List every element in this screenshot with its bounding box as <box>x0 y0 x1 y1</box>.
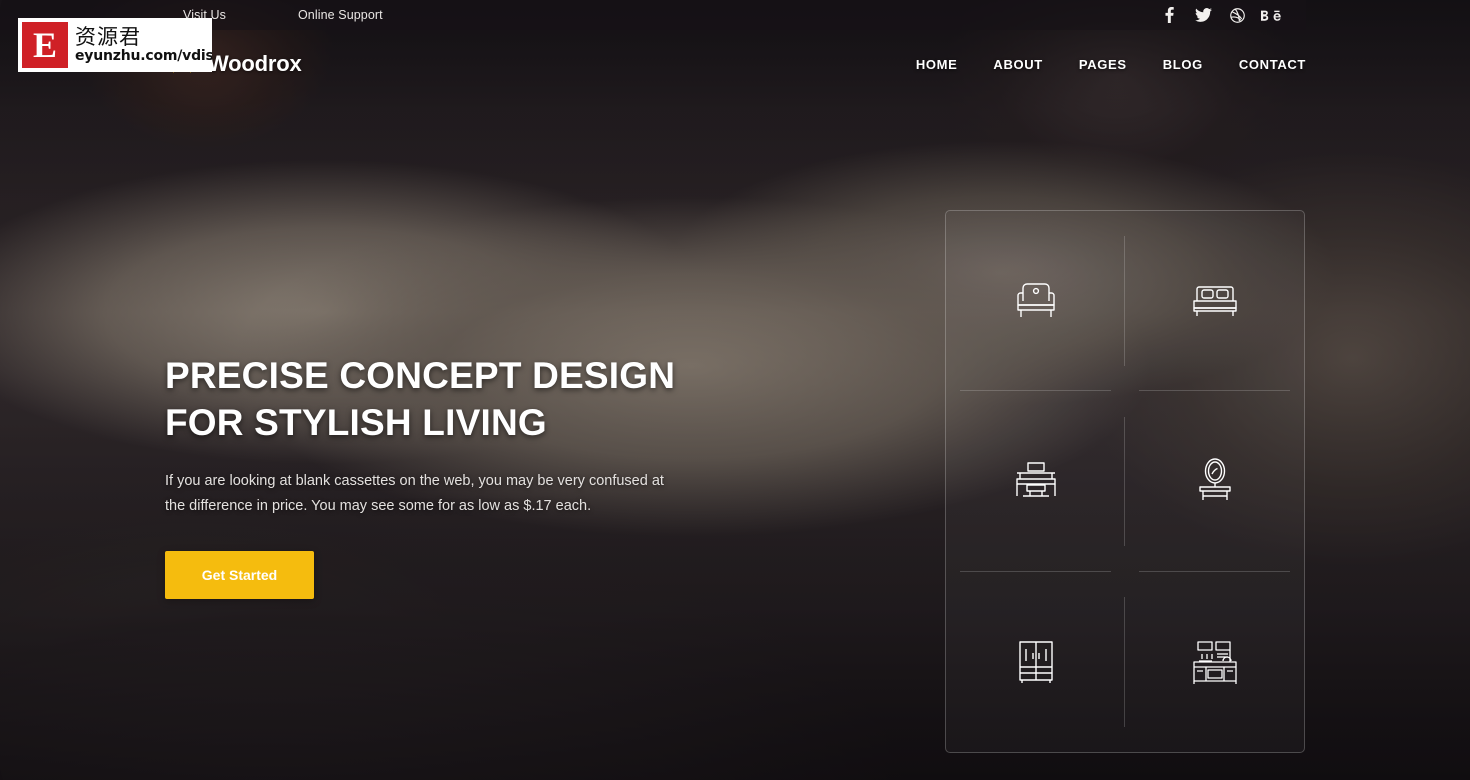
watermark-chinese-label: 资源君 <box>75 24 141 49</box>
category-armchair[interactable] <box>946 211 1125 392</box>
nav-item-blog[interactable]: BLOG <box>1145 57 1221 72</box>
watermark-text: 资源君 eyunzhu.com/vdisk <box>75 26 212 64</box>
social-links <box>1152 0 1306 30</box>
twitter-icon[interactable] <box>1186 0 1220 30</box>
main-navigation: HOME ABOUT PAGES BLOG CONTACT <box>898 57 1306 72</box>
watermark-logo-icon: E <box>22 22 68 68</box>
site-header: Woodrox HOME ABOUT PAGES BLOG CONTACT <box>0 30 1470 98</box>
category-dressing-table[interactable] <box>1125 391 1304 572</box>
hero-section: Visit Us Online Support Woodrox HOME ABO… <box>0 0 1470 780</box>
category-desk[interactable] <box>946 391 1125 572</box>
nav-item-about[interactable]: ABOUT <box>975 57 1060 72</box>
furniture-category-panel <box>945 210 1305 753</box>
nav-item-home[interactable]: HOME <box>898 57 976 72</box>
behance-icon[interactable] <box>1254 0 1288 30</box>
get-started-button[interactable]: Get Started <box>165 551 314 599</box>
desk-icon <box>1013 459 1059 503</box>
nav-item-contact[interactable]: CONTACT <box>1221 57 1306 72</box>
hero-content: PRECISE CONCEPT DESIGN FOR STYLISH LIVIN… <box>165 352 725 599</box>
hero-title: PRECISE CONCEPT DESIGN FOR STYLISH LIVIN… <box>165 355 676 443</box>
armchair-icon <box>1013 279 1059 323</box>
category-kitchen-cabinet[interactable] <box>1125 572 1304 752</box>
watermark-overlay: E 资源君 eyunzhu.com/vdisk <box>18 18 212 72</box>
kitchen-cabinet-icon <box>1190 639 1240 685</box>
brand-name: Woodrox <box>208 51 302 76</box>
facebook-icon[interactable] <box>1152 0 1186 30</box>
wardrobe-icon <box>1017 639 1055 685</box>
bed-icon <box>1190 281 1240 321</box>
dressing-table-icon <box>1195 458 1235 504</box>
hero-subtitle: If you are looking at blank cassettes on… <box>165 473 664 514</box>
category-wardrobe[interactable] <box>946 572 1125 752</box>
category-bed[interactable] <box>1125 211 1304 392</box>
dribbble-icon[interactable] <box>1220 0 1254 30</box>
watermark-url: eyunzhu.com/vdisk <box>75 47 212 64</box>
topbar-link-online-support[interactable]: Online Support <box>298 8 383 22</box>
nav-item-pages[interactable]: PAGES <box>1061 57 1145 72</box>
